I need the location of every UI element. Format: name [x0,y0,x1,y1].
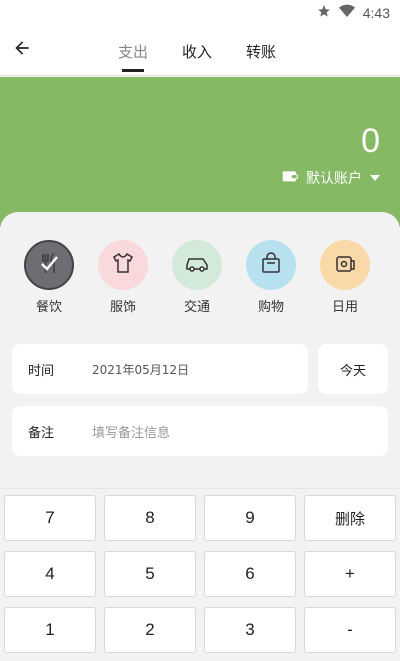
category-circle [246,240,296,290]
category-label: 日用 [331,300,358,315]
category-label: 餐饮 [35,300,62,315]
caret-down-icon [370,170,380,186]
category-circle [320,240,370,290]
category-clothing[interactable]: 服饰 [93,240,153,315]
toilet-paper-icon [333,251,357,279]
key-7[interactable]: 7 [4,495,96,541]
car-icon [184,253,210,277]
key-9[interactable]: 9 [204,495,296,541]
tab-label: 转账 [246,42,277,61]
tab-label: 收入 [182,42,213,61]
category-label: 购物 [257,300,284,315]
amount-header [0,77,400,227]
number-keypad: 7 8 9 删除 4 5 6 + 1 2 3 - [0,488,400,661]
wallet-icon [282,169,298,187]
category-label: 交通 [183,300,210,315]
category-circle [172,240,222,290]
plus-button[interactable]: + [304,551,396,597]
note-label: 备注 [28,425,55,441]
shopping-bag-icon [259,251,283,279]
account-selector[interactable]: 默认账户 [282,168,380,188]
today-label: 今天 [339,363,366,379]
key-3[interactable]: 3 [204,607,296,653]
app-bar: 支出 收入 转账 [0,26,400,76]
category-circle [98,240,148,290]
shirt-icon [111,251,135,279]
account-label: 默认账户 [306,171,362,187]
tab-income[interactable]: 收入 [182,26,212,76]
back-arrow-icon [12,38,32,62]
key-8[interactable]: 8 [104,495,196,541]
category-daily[interactable]: 日用 [315,240,375,315]
status-bar: 4:43 [0,0,400,26]
key-2[interactable]: 2 [104,607,196,653]
note-field[interactable]: 备注 填写备注信息 [12,406,388,456]
date-value: 2021年05月12日 [92,362,190,377]
tab-label: 支出 [118,42,149,61]
category-list: 餐饮 服饰 交通 购物 日用 [0,240,400,320]
key-1[interactable]: 1 [4,607,96,653]
date-field[interactable]: 时间 2021年05月12日 [12,344,308,394]
tab-expense[interactable]: 支出 [118,26,148,76]
tab-bar: 支出 收入 转账 [118,26,276,76]
key-6[interactable]: 6 [204,551,296,597]
tab-transfer[interactable]: 转账 [246,26,276,76]
time-label: 时间 [28,363,55,379]
category-label: 服饰 [109,300,136,315]
minus-button[interactable]: - [304,607,396,653]
key-4[interactable]: 4 [4,551,96,597]
status-time: 4:43 [362,5,390,21]
category-shopping[interactable]: 购物 [241,240,301,315]
delete-button[interactable]: 删除 [304,495,396,541]
category-transport[interactable]: 交通 [167,240,227,315]
category-catering[interactable]: 餐饮 [19,240,79,315]
today-button[interactable]: 今天 [318,344,388,394]
wifi-icon [338,4,355,22]
back-button[interactable] [10,38,34,62]
category-circle [24,240,74,290]
amount-display: 0 [361,122,380,160]
fork-knife-icon [36,250,62,280]
note-input[interactable]: 填写备注信息 [92,422,170,441]
key-5[interactable]: 5 [104,551,196,597]
star-icon [317,4,331,22]
